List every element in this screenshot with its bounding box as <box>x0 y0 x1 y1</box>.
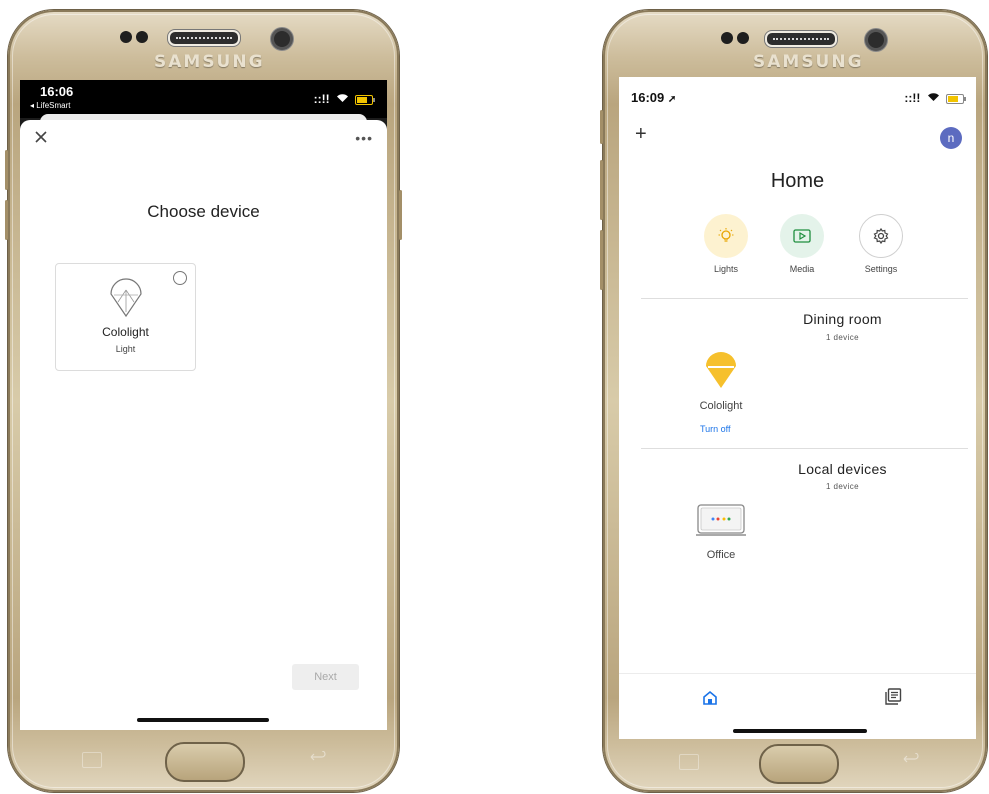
right-phone-side-button <box>600 110 603 144</box>
device-card-type: Light <box>115 344 136 354</box>
lightbulb-icon <box>704 214 748 258</box>
sensor-icon <box>120 31 154 43</box>
back-key-icon[interactable] <box>308 750 328 764</box>
status-icons: ::!! <box>313 92 375 106</box>
page-title: Home <box>770 170 825 192</box>
choose-device-sheet: ••• Choose device Cololight Light Next <box>20 120 387 730</box>
device-name: Office <box>706 549 736 561</box>
play-icon <box>780 214 824 258</box>
front-camera-icon <box>865 29 887 51</box>
signal-icon: ::!! <box>904 91 921 105</box>
left-phone-side-button <box>5 200 8 240</box>
sensor-icon <box>721 32 755 44</box>
room-title: Dining room <box>803 311 882 327</box>
room-device-count: 1 device <box>826 333 859 342</box>
home-button[interactable] <box>759 744 839 784</box>
device-select-radio[interactable] <box>173 271 187 285</box>
status-time-text: 16:09 <box>631 90 665 105</box>
add-button[interactable]: + <box>635 123 647 146</box>
room-title: Local devices <box>798 461 887 477</box>
bulb-outline-icon <box>106 276 146 320</box>
bulb-filled-icon[interactable] <box>704 350 738 390</box>
signal-icon: ::!! <box>313 92 330 106</box>
google-nest-hub-icon[interactable] <box>695 504 747 538</box>
device-card-name: Cololight <box>102 325 149 339</box>
left-screen: 16:06 ◂ LifeSmart ::!! ••• Choose device <box>20 80 387 730</box>
speaker-grille <box>765 31 837 47</box>
device-card-cololight[interactable]: Cololight Light <box>55 263 196 371</box>
left-phone-power-button <box>399 190 402 240</box>
speaker-grille <box>168 30 240 46</box>
device-name: Cololight <box>699 400 743 412</box>
shortcut-media[interactable]: Media <box>777 214 827 274</box>
right-phone-side-button <box>600 230 603 290</box>
turn-off-link[interactable]: Turn off <box>700 424 731 434</box>
page-title: Choose device <box>147 202 260 221</box>
right-screen: 16:09 ➚ ::!! + n Home Lights Media Setti… <box>619 77 976 739</box>
home-icon[interactable] <box>702 690 720 708</box>
right-phone-frame: SAMSUNG 16:09 ➚ ::!! + n Home Lights Med… <box>600 10 987 792</box>
shortcut-media-label: Media <box>789 264 815 274</box>
next-button[interactable]: Next <box>292 664 359 690</box>
status-bar: 16:09 ➚ ::!! <box>619 77 976 109</box>
feed-icon[interactable] <box>885 688 903 706</box>
divider <box>641 298 968 299</box>
bottom-nav <box>619 673 976 739</box>
brand-logo: SAMSUNG <box>753 52 864 72</box>
home-button[interactable] <box>165 742 245 782</box>
battery-icon <box>946 93 966 104</box>
left-phone-frame: SAMSUNG 16:06 ◂ LifeSmart ::!! ••• Choos… <box>5 10 402 792</box>
gear-icon <box>859 214 903 258</box>
left-phone-side-button <box>5 150 8 190</box>
status-time: 16:06 <box>40 84 74 99</box>
recent-apps-key[interactable] <box>82 752 102 768</box>
close-icon[interactable] <box>34 130 52 148</box>
status-bar: 16:06 ◂ LifeSmart ::!! <box>20 80 387 118</box>
back-to-app-link[interactable]: ◂ LifeSmart <box>30 101 70 110</box>
front-camera-icon <box>271 28 293 50</box>
right-phone-side-button <box>600 160 603 220</box>
back-key-icon[interactable] <box>901 752 921 766</box>
shortcut-settings-label: Settings <box>864 264 898 274</box>
avatar[interactable]: n <box>940 127 962 149</box>
shortcut-settings[interactable]: Settings <box>856 214 906 274</box>
brand-logo: SAMSUNG <box>154 52 265 72</box>
shortcut-lights[interactable]: Lights <box>701 214 751 274</box>
status-time: 16:09 ➚ <box>631 90 676 105</box>
home-indicator[interactable] <box>137 718 269 722</box>
wifi-icon <box>336 94 352 106</box>
battery-icon <box>355 94 375 105</box>
more-horizontal-icon[interactable]: ••• <box>355 130 373 146</box>
wifi-icon <box>927 91 943 105</box>
location-arrow-icon: ➚ <box>667 94 677 105</box>
shortcut-lights-label: Lights <box>713 264 739 274</box>
status-icons: ::!! <box>904 91 966 105</box>
home-indicator[interactable] <box>733 729 867 733</box>
room-device-count: 1 device <box>826 482 859 491</box>
divider <box>641 448 968 449</box>
recent-apps-key[interactable] <box>679 754 699 770</box>
